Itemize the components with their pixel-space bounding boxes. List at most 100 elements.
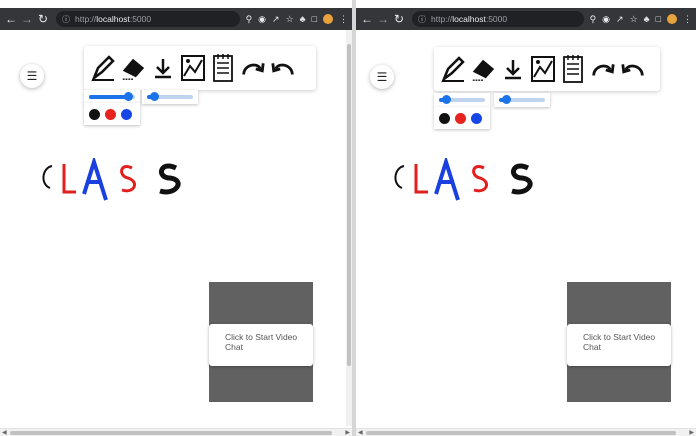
- horizontal-scroll-thumb[interactable]: [10, 431, 332, 435]
- eraser-tool[interactable]: [470, 54, 496, 84]
- share-icon[interactable]: ↗: [616, 14, 624, 25]
- drawn-letter-a: [82, 158, 108, 201]
- color-swatch-black[interactable]: [439, 112, 450, 124]
- horizontal-scrollbar[interactable]: ◀ ▶: [356, 428, 696, 436]
- pencil-size-fill: [89, 95, 129, 99]
- scroll-left-arrow-icon[interactable]: ◀: [358, 429, 363, 436]
- video-chat-label: Click to Start Video Chat: [583, 332, 656, 352]
- image-tool[interactable]: [180, 53, 206, 83]
- screen: ← → ↻ ⓘ http://localhost:5000 ⚲ ◉ ↗ ☆ ♣ …: [0, 0, 696, 436]
- color-swatch-red[interactable]: [105, 108, 116, 120]
- image-tool[interactable]: [530, 54, 556, 84]
- redo-tool[interactable]: [590, 54, 616, 84]
- url-port: :5000: [129, 14, 152, 24]
- address-bar[interactable]: ⓘ http://localhost:5000: [56, 11, 240, 27]
- sidebar-icon[interactable]: □: [312, 14, 317, 24]
- extensions-icon[interactable]: ♣: [300, 14, 306, 24]
- vertical-scroll-thumb[interactable]: [347, 44, 351, 366]
- scroll-right-arrow-icon[interactable]: ▶: [345, 429, 350, 436]
- start-video-chat-button[interactable]: Click to Start Video Chat: [209, 324, 313, 366]
- eraser-icon: [472, 59, 495, 81]
- canvas-drawing: [42, 158, 181, 201]
- redo-tool[interactable]: [240, 53, 266, 83]
- color-swatch-black[interactable]: [89, 108, 100, 120]
- start-video-chat-button[interactable]: Click to Start Video Chat: [567, 324, 671, 366]
- profile-avatar[interactable]: [667, 14, 677, 24]
- color-swatch-red[interactable]: [455, 112, 466, 124]
- url-protocol: http://: [431, 14, 453, 24]
- extensions-icon[interactable]: ♣: [644, 14, 650, 24]
- pencil-size-knob[interactable]: [441, 95, 451, 104]
- forward-arrow-icon[interactable]: →: [376, 11, 390, 27]
- sidebar-icon[interactable]: □: [656, 14, 661, 24]
- color-palette: [434, 107, 490, 129]
- back-arrow-icon[interactable]: ←: [360, 11, 374, 27]
- drawing-toolbar: [434, 47, 660, 91]
- drawn-letter-l: [414, 164, 428, 194]
- forward-arrow-icon[interactable]: →: [20, 11, 34, 27]
- menu-button[interactable]: ☰: [370, 65, 394, 89]
- eraser-size-slider[interactable]: [499, 95, 545, 104]
- eraser-size-knob[interactable]: [501, 95, 511, 104]
- download-icon: [505, 60, 521, 80]
- pencil-tool[interactable]: [90, 53, 116, 83]
- eraser-tool[interactable]: [120, 53, 146, 83]
- url-port: :5000: [485, 14, 508, 24]
- redo-icon: [242, 63, 265, 75]
- zoom-icon[interactable]: ⚲: [246, 14, 253, 25]
- pencil-size-slider[interactable]: [439, 95, 485, 104]
- page-viewport: ☰ Click to Start Video Chat: [0, 30, 352, 436]
- image-icon: [181, 55, 205, 81]
- bookmark-star-icon[interactable]: ☆: [630, 14, 638, 25]
- pencil-size-knob[interactable]: [124, 92, 134, 101]
- share-icon[interactable]: ↗: [272, 14, 280, 25]
- eraser-size-panel: [494, 93, 550, 107]
- back-arrow-icon[interactable]: ←: [4, 11, 18, 27]
- notes-tool[interactable]: [210, 53, 236, 83]
- pencil-size-panel: [84, 90, 140, 104]
- drawn-letter-s2: [511, 163, 533, 195]
- pencil-size-slider[interactable]: [89, 92, 135, 101]
- bookmark-star-icon[interactable]: ☆: [286, 14, 294, 25]
- zoom-icon[interactable]: ⚲: [590, 14, 597, 25]
- eraser-size-knob[interactable]: [149, 92, 159, 101]
- color-swatch-blue[interactable]: [121, 108, 132, 120]
- download-tool[interactable]: [500, 54, 526, 84]
- scroll-left-arrow-icon[interactable]: ◀: [2, 429, 7, 436]
- info-icon: ⓘ: [418, 14, 426, 24]
- eraser-size-slider[interactable]: [147, 92, 193, 101]
- info-icon: ⓘ: [62, 14, 70, 24]
- pencil-tool[interactable]: [440, 54, 466, 84]
- profile-avatar[interactable]: [323, 14, 333, 24]
- download-icon: [155, 59, 171, 79]
- address-bar[interactable]: ⓘ http://localhost:5000: [412, 11, 584, 27]
- canvas-drawing: [394, 158, 533, 201]
- browser-menu-icon[interactable]: ⋮: [683, 14, 692, 25]
- reload-icon[interactable]: ↻: [392, 11, 406, 27]
- browser-toolbar: ← → ↻ ⓘ http://localhost:5000 ⚲ ◉ ↗ ☆ ♣ …: [356, 8, 696, 30]
- color-swatch-blue[interactable]: [471, 112, 482, 124]
- reload-icon[interactable]: ↻: [36, 11, 50, 27]
- drawn-letter-s1: [120, 165, 137, 193]
- download-tool[interactable]: [150, 53, 176, 83]
- drawn-letter-s1: [472, 165, 489, 193]
- horizontal-scroll-thumb[interactable]: [366, 431, 676, 435]
- color-palette: [84, 103, 140, 125]
- undo-tool[interactable]: [270, 53, 296, 83]
- notes-tool[interactable]: [560, 54, 586, 84]
- menu-button[interactable]: ☰: [20, 64, 44, 88]
- browser-menu-icon[interactable]: ⋮: [339, 14, 348, 25]
- undo-tool[interactable]: [620, 54, 646, 84]
- horizontal-scrollbar[interactable]: ◀ ▶: [0, 428, 352, 436]
- scroll-right-arrow-icon[interactable]: ▶: [689, 429, 694, 436]
- browser-window-left: ← → ↻ ⓘ http://localhost:5000 ⚲ ◉ ↗ ☆ ♣ …: [0, 8, 352, 436]
- drawn-letter-s2: [159, 163, 181, 195]
- redo-icon: [592, 64, 615, 76]
- drawn-letter-c: [42, 165, 53, 189]
- url-host: localhost: [452, 14, 486, 24]
- drawn-letter-a: [434, 158, 460, 201]
- drawn-letter-c: [394, 165, 405, 189]
- tracking-icon[interactable]: ◉: [602, 14, 610, 25]
- tracking-icon[interactable]: ◉: [258, 14, 266, 25]
- drawn-letter-l: [62, 164, 76, 194]
